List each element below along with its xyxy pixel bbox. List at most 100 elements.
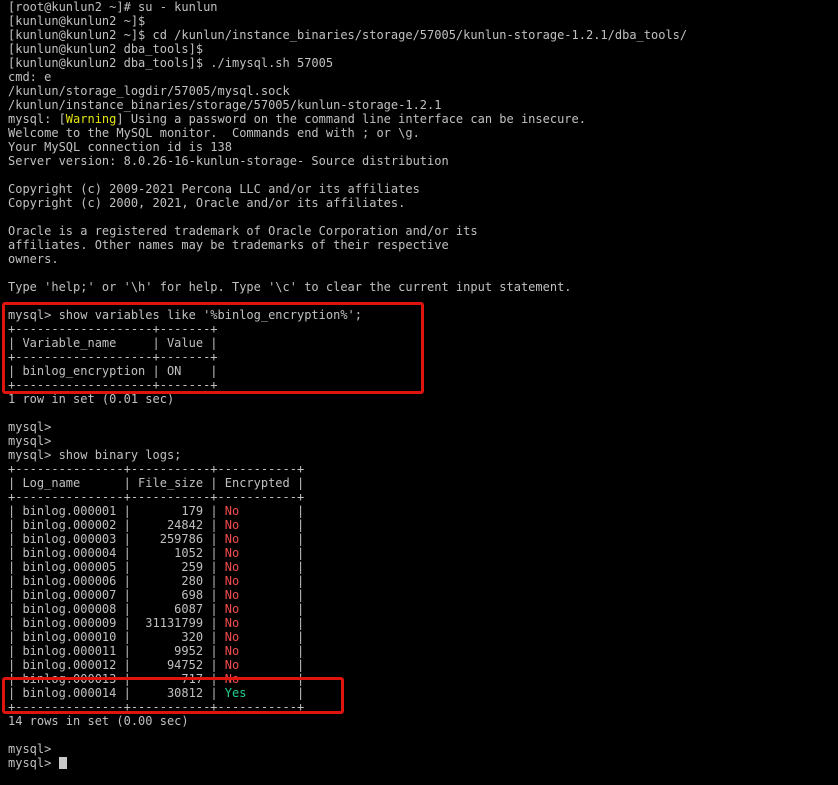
- terminal-line: mysql>: [8, 756, 838, 770]
- binlog-encrypted: No: [224, 546, 290, 560]
- binlog-table-row: | binlog.000011 | 9952 | No |: [8, 644, 305, 658]
- warning-tag: Warning: [65, 112, 117, 126]
- binlog-size: 30812: [138, 686, 204, 700]
- terminal-line: 1 row in set (0.01 sec): [8, 392, 175, 406]
- binlog-name: binlog.000003: [22, 532, 117, 546]
- terminal-line: affiliates. Other names may be trademark…: [8, 238, 449, 252]
- binlog-encrypted: No: [224, 644, 290, 658]
- terminal-line: mysql> show variables like '%binlog_encr…: [8, 308, 363, 322]
- binlog-size: 1052: [138, 546, 204, 560]
- terminal-line: Copyright (c) 2009-2021 Percona LLC and/…: [8, 182, 420, 196]
- terminal-line: +-------------------+-------+: [8, 350, 218, 364]
- terminal-line: [kunlun@kunlun2 dba_tools]$ ./imysql.sh …: [8, 56, 334, 70]
- terminal-line-warning: mysql: [Warning] Using a password on the…: [8, 112, 838, 126]
- terminal-line: Type 'help;' or '\h' for help. Type '\c'…: [8, 280, 572, 294]
- binlog-size: 9952: [138, 644, 204, 658]
- binlog-table-row: | binlog.000010 | 320 | No |: [8, 630, 305, 644]
- cursor-block[interactable]: [58, 757, 67, 769]
- binlog-table-row: | binlog.000007 | 698 | No |: [8, 588, 305, 602]
- terminal-line: [root@kunlun2 ~]# su - kunlun: [8, 0, 218, 14]
- binlog-size: 698: [138, 588, 204, 602]
- binlog-size: 320: [138, 630, 204, 644]
- warning-suffix: ] Using a password on the command line i…: [116, 112, 586, 126]
- binlog-encrypted: No: [224, 630, 290, 644]
- terminal-line: mysql> show binary logs;: [8, 448, 182, 462]
- binlog-table-row: | binlog.000001 | 179 | No |: [8, 504, 305, 518]
- binlog-table-row: | binlog.000006 | 280 | No |: [8, 574, 305, 588]
- binlog-name: binlog.000011: [22, 644, 117, 658]
- terminal-line: [kunlun@kunlun2 ~]$ cd /kunlun/instance_…: [8, 28, 688, 42]
- binlog-table-row: | binlog.000002 | 24842 | No |: [8, 518, 305, 532]
- binlog-name: binlog.000013: [22, 672, 117, 686]
- binlog-table-row: | binlog.000013 | 717 | No |: [8, 672, 305, 686]
- binlog-name: binlog.000010: [22, 630, 117, 644]
- binlog-table-row: | binlog.000009 | 31131799 | No |: [8, 616, 305, 630]
- binlog-encrypted: No: [224, 616, 290, 630]
- binlog-name: binlog.000005: [22, 560, 117, 574]
- terminal-line: Welcome to the MySQL monitor. Commands e…: [8, 126, 420, 140]
- terminal-line: mysql>: [8, 434, 52, 448]
- terminal-line: Copyright (c) 2000, 2021, Oracle and/or …: [8, 196, 406, 210]
- binlog-size: 259: [138, 560, 204, 574]
- binlog-name: binlog.000007: [22, 588, 117, 602]
- binlog-name: binlog.000002: [22, 518, 117, 532]
- terminal-line: | binlog_encryption | ON |: [8, 364, 218, 378]
- binlog-table-row: | binlog.000014 | 30812 | Yes |: [8, 686, 305, 700]
- binlog-name: binlog.000012: [22, 658, 117, 672]
- binlog-encrypted: No: [224, 588, 290, 602]
- terminal-line: 14 rows in set (0.00 sec): [8, 714, 189, 728]
- terminal-line: /kunlun/storage_logdir/57005/mysql.sock: [8, 84, 290, 98]
- binlog-table-row: | binlog.000003 | 259786 | No |: [8, 532, 305, 546]
- terminal-line: Your MySQL connection id is 138: [8, 140, 232, 154]
- binlog-encrypted: No: [224, 602, 290, 616]
- terminal-line: mysql>: [8, 420, 52, 434]
- terminal-line: +---------------+-----------+-----------…: [8, 462, 305, 476]
- terminal-line: +---------------+-----------+-----------…: [8, 700, 305, 714]
- binlog-encrypted: No: [224, 574, 290, 588]
- warning-prefix: mysql: [: [8, 112, 66, 126]
- binlog-encrypted: No: [224, 504, 290, 518]
- terminal-line: owners.: [8, 252, 59, 266]
- binlog-table-row: | binlog.000008 | 6087 | No |: [8, 602, 305, 616]
- terminal-line: +-------------------+-------+: [8, 378, 218, 392]
- prompt: mysql>: [8, 756, 59, 770]
- binlog-encrypted: Yes: [224, 686, 290, 700]
- binlog-name: binlog.000001: [22, 504, 117, 518]
- binlog-size: 280: [138, 574, 204, 588]
- terminal-line: [kunlun@kunlun2 dba_tools]$: [8, 42, 204, 56]
- binlog-encrypted: No: [224, 658, 290, 672]
- binlog-size: 179: [138, 504, 204, 518]
- terminal-line: | Variable_name | Value |: [8, 336, 218, 350]
- terminal-line: +---------------+-----------+-----------…: [8, 490, 305, 504]
- terminal-window[interactable]: [root@kunlun2 ~]# su - kunlun [kunlun@kun…: [0, 0, 838, 785]
- terminal-line: cmd: e: [8, 70, 52, 84]
- binlog-name: binlog.000006: [22, 574, 117, 588]
- binlog-size: 259786: [138, 532, 204, 546]
- terminal-line: mysql>: [8, 742, 52, 756]
- binlog-size: 31131799: [138, 616, 204, 630]
- terminal-line: Server version: 8.0.26-16-kunlun-storage…: [8, 154, 449, 168]
- binlog-size: 24842: [138, 518, 204, 532]
- binlog-table-row: | binlog.000004 | 1052 | No |: [8, 546, 305, 560]
- binlog-table-row: | binlog.000012 | 94752 | No |: [8, 658, 305, 672]
- binlog-table-row: | binlog.000005 | 259 | No |: [8, 560, 305, 574]
- terminal-line: /kunlun/instance_binaries/storage/57005/…: [8, 98, 442, 112]
- terminal-line: [kunlun@kunlun2 ~]$: [8, 14, 146, 28]
- binlog-name: binlog.000008: [22, 602, 117, 616]
- binlog-size: 94752: [138, 658, 204, 672]
- terminal-line: Oracle is a registered trademark of Orac…: [8, 224, 478, 238]
- binlog-encrypted: No: [224, 672, 290, 686]
- terminal-line: | Log_name | File_size | Encrypted |: [8, 476, 305, 490]
- terminal-line: +-------------------+-------+: [8, 322, 218, 336]
- binlog-encrypted: No: [224, 560, 290, 574]
- binlog-name: binlog.000009: [22, 616, 117, 630]
- binlog-size: 717: [138, 672, 204, 686]
- binlog-name: binlog.000004: [22, 546, 117, 560]
- binlog-size: 6087: [138, 602, 204, 616]
